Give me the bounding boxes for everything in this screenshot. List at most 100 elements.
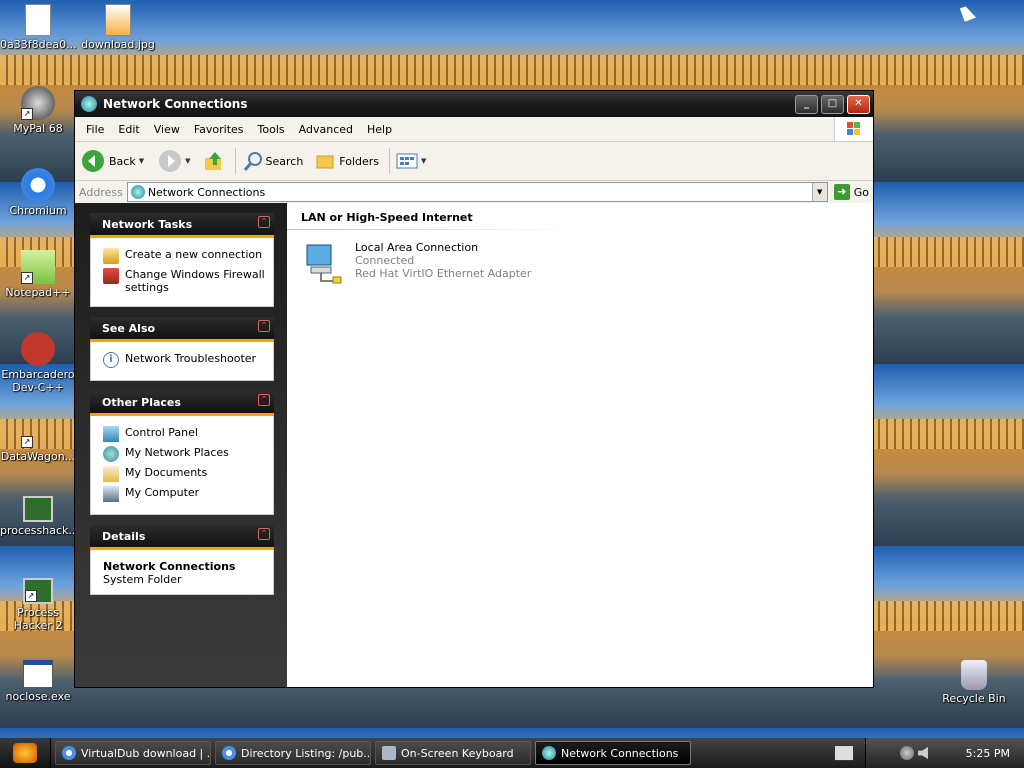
panel-title: Details bbox=[102, 529, 146, 543]
volume-tray-icon[interactable] bbox=[918, 747, 928, 759]
network-tasks-panel: Network Tasks ⌃ Create a new connection … bbox=[90, 213, 274, 307]
start-button[interactable] bbox=[0, 738, 51, 768]
desktop-icon-download-jpg[interactable]: download.jpg bbox=[80, 4, 156, 51]
desktop-icon-process-hacker[interactable]: ↗ Process Hacker 2 bbox=[0, 578, 76, 632]
forward-button[interactable]: ▼ bbox=[158, 149, 191, 173]
details-name: Network Connections bbox=[103, 560, 236, 573]
network-connections-window[interactable]: Network Connections _ □ ✕ File Edit View… bbox=[74, 90, 874, 688]
views-button[interactable]: ▼ bbox=[396, 152, 426, 170]
documents-folder-icon bbox=[103, 466, 119, 482]
windows-logo-icon bbox=[834, 117, 873, 141]
connection-name: Local Area Connection bbox=[355, 241, 479, 254]
maximize-button[interactable]: □ bbox=[821, 94, 844, 114]
chromium-icon bbox=[222, 746, 236, 760]
taskbar-item-directory-listing[interactable]: Directory Listing: /pub... bbox=[215, 741, 371, 765]
link-label: Change Windows Firewall settings bbox=[125, 268, 265, 294]
menu-file[interactable]: File bbox=[79, 123, 111, 136]
menu-tools[interactable]: Tools bbox=[251, 123, 292, 136]
menu-advanced[interactable]: Advanced bbox=[292, 123, 360, 136]
link-label: Create a new connection bbox=[125, 248, 263, 261]
keyboard-tray-icon[interactable] bbox=[834, 745, 854, 761]
image-file-icon bbox=[105, 4, 131, 36]
taskbar-item-virtualdub[interactable]: VirtualDub download | ... bbox=[55, 741, 211, 765]
desktop-icon-label: DataWagon... bbox=[0, 450, 76, 463]
computer-icon bbox=[103, 486, 119, 502]
menu-edit[interactable]: Edit bbox=[111, 123, 146, 136]
back-dropdown-icon[interactable]: ▼ bbox=[139, 157, 144, 165]
close-button[interactable]: ✕ bbox=[847, 94, 870, 114]
desktop-icon-mypal[interactable]: ↗ MyPal 68 bbox=[0, 86, 76, 135]
clock[interactable]: 5:25 PM bbox=[966, 747, 1010, 760]
connections-list[interactable]: LAN or High-Speed Internet Local Area Co… bbox=[287, 203, 873, 687]
my-documents-link[interactable]: My Documents bbox=[103, 466, 265, 482]
network-tray-icon[interactable] bbox=[900, 746, 914, 760]
task-label: Network Connections bbox=[561, 746, 679, 760]
collapse-chevron-icon[interactable]: ⌃ bbox=[258, 394, 270, 406]
desktop-icon-devcpp[interactable]: Embarcadero Dev-C++ bbox=[0, 332, 76, 394]
details-header[interactable]: Details ⌃ bbox=[90, 525, 274, 550]
views-dropdown-icon[interactable]: ▼ bbox=[421, 157, 426, 165]
desktop-icon-file[interactable]: 0a33f8dea0... bbox=[0, 4, 77, 51]
menu-view[interactable]: View bbox=[147, 123, 187, 136]
devcpp-icon bbox=[21, 332, 55, 366]
other-places-header[interactable]: Other Places ⌃ bbox=[90, 391, 274, 416]
up-folder-button[interactable] bbox=[203, 150, 225, 172]
system-tray: 5:25 PM bbox=[834, 738, 1024, 768]
desktop-icon-label: Chromium bbox=[9, 204, 67, 217]
desktop-icon-datawagon[interactable]: ↗ DataWagon... bbox=[0, 414, 76, 463]
forward-dropdown-icon[interactable]: ▼ bbox=[185, 157, 190, 165]
window-titlebar[interactable]: Network Connections _ □ ✕ bbox=[75, 91, 873, 117]
desktop-icon-chromium[interactable]: Chromium bbox=[0, 168, 76, 217]
taskbar-item-network-connections[interactable]: Network Connections bbox=[535, 741, 691, 765]
wallpaper-palace-row bbox=[0, 55, 1024, 85]
desktop-icon-label: Recycle Bin bbox=[942, 692, 1006, 705]
control-panel-link[interactable]: Control Panel bbox=[103, 426, 265, 442]
menu-help[interactable]: Help bbox=[360, 123, 399, 136]
collapse-chevron-icon[interactable]: ⌃ bbox=[258, 216, 270, 228]
menu-favorites[interactable]: Favorites bbox=[187, 123, 251, 136]
see-also-header[interactable]: See Also ⌃ bbox=[90, 317, 274, 342]
go-button[interactable]: ➜ Go bbox=[833, 184, 869, 200]
collapse-chevron-icon[interactable]: ⌃ bbox=[258, 320, 270, 332]
back-arrow-icon bbox=[82, 150, 104, 172]
toolbar: Back ▼ ▼ Search Folders ▼ bbox=[75, 142, 873, 181]
panel-title: Other Places bbox=[102, 395, 181, 409]
network-troubleshooter-link[interactable]: i Network Troubleshooter bbox=[103, 352, 265, 368]
up-folder-icon bbox=[204, 152, 221, 170]
change-firewall-settings-link[interactable]: Change Windows Firewall settings bbox=[103, 268, 265, 294]
details-type: System Folder bbox=[103, 573, 182, 586]
address-label: Address bbox=[79, 185, 123, 199]
chromium-icon bbox=[62, 746, 76, 760]
collapse-chevron-icon[interactable]: ⌃ bbox=[258, 528, 270, 540]
minimize-button[interactable]: _ bbox=[795, 94, 818, 114]
window-title: Network Connections bbox=[103, 97, 248, 111]
task-label: Directory Listing: /pub... bbox=[241, 746, 371, 760]
taskbar: VirtualDub download | ... Directory List… bbox=[0, 738, 1024, 768]
desktop-icon-processhacker-folder[interactable]: processhack... bbox=[0, 496, 79, 537]
connection-status: Connected bbox=[355, 254, 415, 267]
my-computer-link[interactable]: My Computer bbox=[103, 486, 265, 502]
address-dropdown-icon[interactable]: ▼ bbox=[811, 183, 827, 201]
address-input[interactable]: Network Connections ▼ bbox=[126, 182, 828, 202]
link-label: Network Troubleshooter bbox=[125, 352, 257, 365]
my-network-places-link[interactable]: My Network Places bbox=[103, 446, 265, 462]
create-new-connection-link[interactable]: Create a new connection bbox=[103, 248, 265, 264]
folders-button[interactable]: Folders bbox=[315, 150, 379, 172]
network-connections-icon bbox=[130, 185, 145, 199]
back-button[interactable]: Back ▼ bbox=[81, 149, 144, 173]
desktop-icon-recycle-bin[interactable]: Recycle Bin bbox=[936, 660, 1012, 705]
monitor-icon bbox=[23, 496, 53, 522]
mypal-icon: ↗ bbox=[21, 86, 55, 120]
network-tasks-body: Create a new connection Change Windows F… bbox=[90, 238, 274, 307]
search-button[interactable]: Search bbox=[242, 150, 303, 172]
desktop-icon-noclose[interactable]: noclose.exe bbox=[0, 660, 76, 703]
desktop-icon-notepadpp[interactable]: ↗ Notepad++ bbox=[0, 250, 76, 299]
keyboard-icon bbox=[382, 746, 396, 760]
taskbar-item-onscreen-keyboard[interactable]: On-Screen Keyboard bbox=[375, 741, 531, 765]
details-body: Network Connections System Folder bbox=[90, 550, 274, 595]
link-label: My Documents bbox=[125, 466, 208, 479]
local-area-connection-item[interactable]: Local Area Connection Connected Red Hat … bbox=[303, 241, 531, 285]
task-pane: Network Tasks ⌃ Create a new connection … bbox=[75, 203, 287, 687]
connection-adapter: Red Hat VirtIO Ethernet Adapter bbox=[355, 267, 532, 280]
network-tasks-header[interactable]: Network Tasks ⌃ bbox=[90, 213, 274, 238]
